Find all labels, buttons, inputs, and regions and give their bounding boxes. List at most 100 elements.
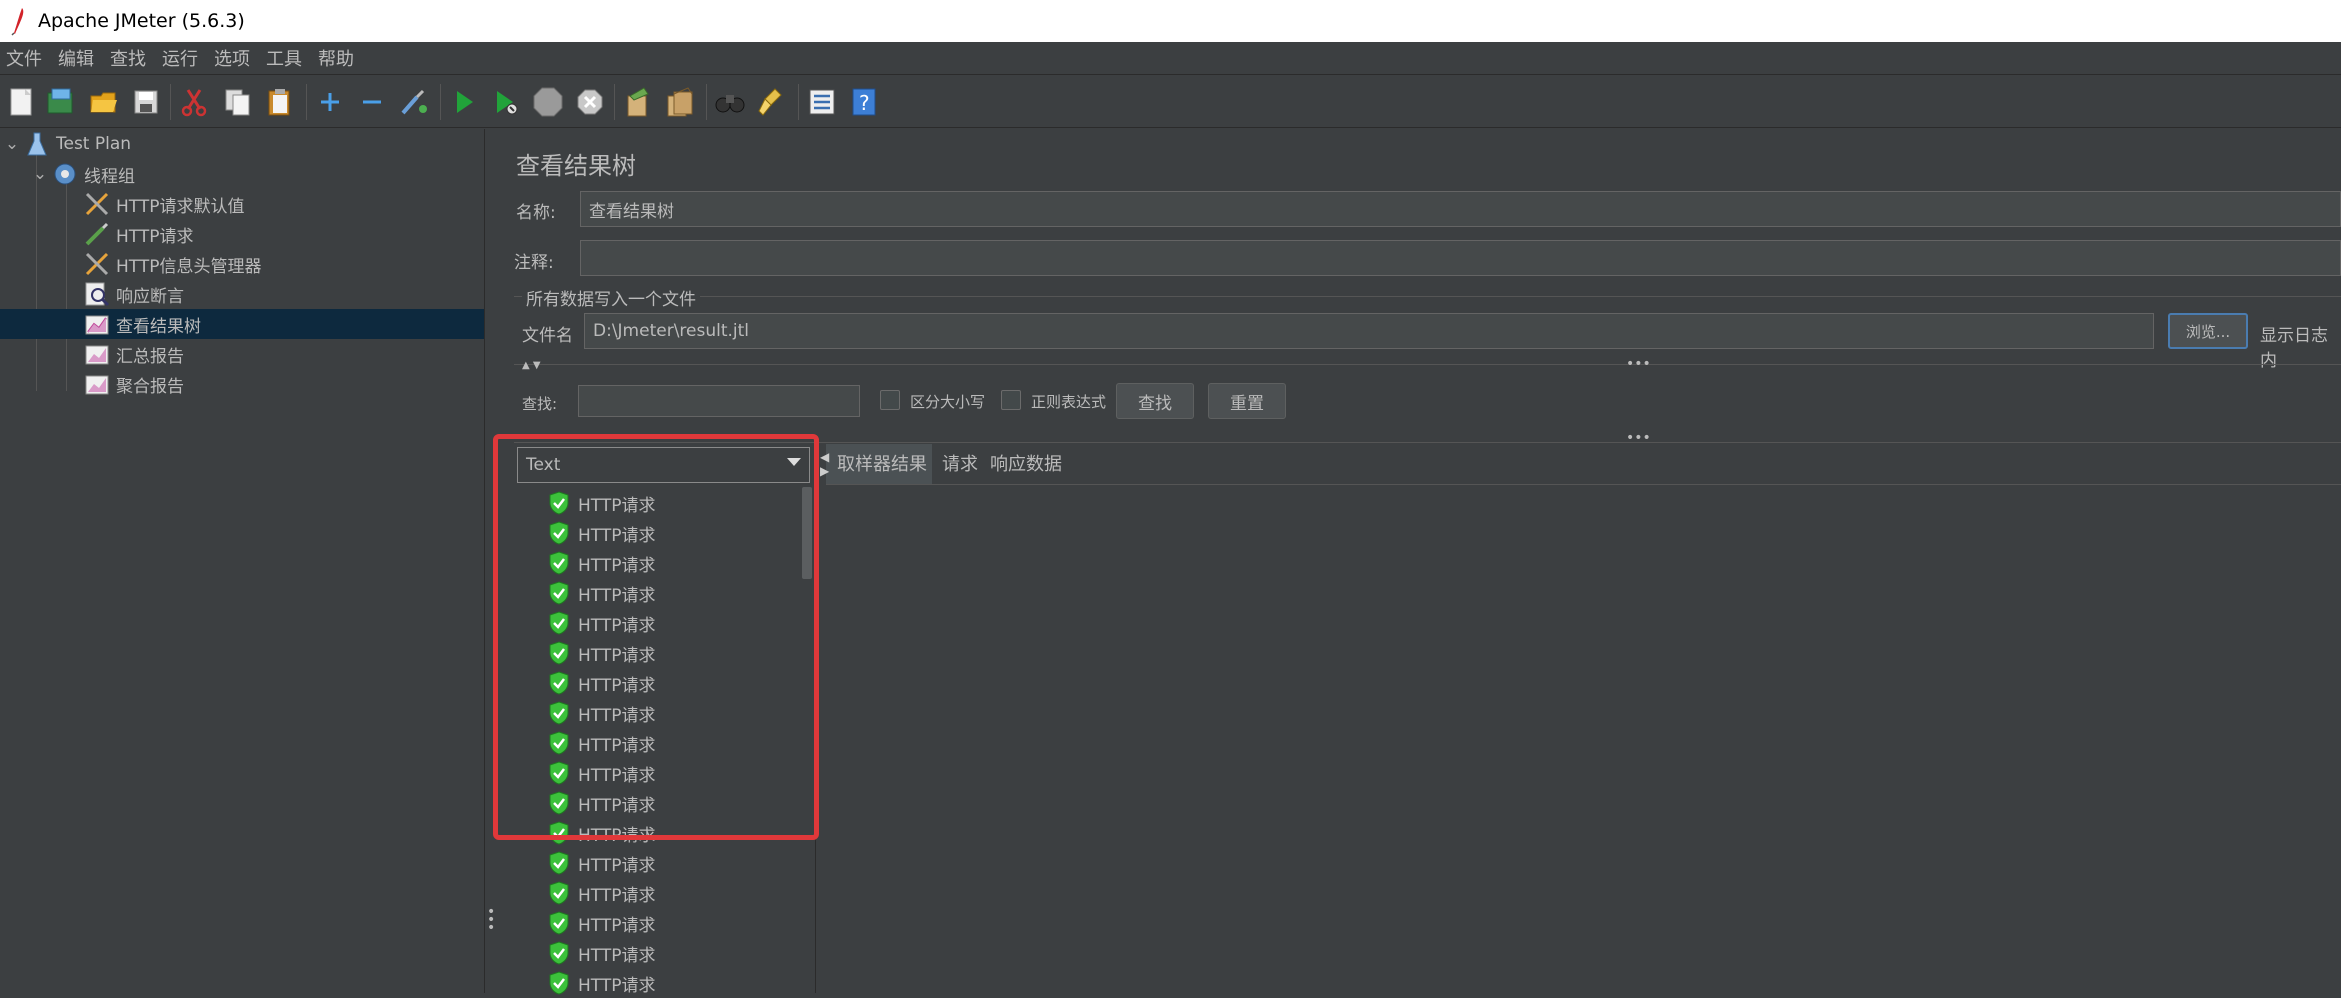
find-button[interactable]: 查找 — [1116, 383, 1194, 419]
regex-checkbox[interactable] — [1001, 390, 1021, 410]
list-item-label: HTTP请求 — [578, 855, 656, 876]
regex-label: 正则表达式 — [1031, 393, 1107, 411]
tree-item-label: Test Plan — [56, 134, 132, 154]
chevron-down-icon[interactable]: ⌄ — [0, 134, 24, 154]
name-field[interactable]: 查看结果树 — [580, 191, 2341, 227]
list-item-label: HTTP请求 — [578, 945, 656, 966]
open-icon[interactable] — [86, 84, 122, 120]
list-item[interactable]: HTTP请求 — [548, 878, 656, 908]
tools-icon — [84, 191, 110, 217]
success-shield-icon — [549, 851, 569, 875]
comment-label: 注释: — [514, 253, 554, 273]
tree-item-label: 汇总报告 — [116, 346, 184, 367]
shutdown-icon[interactable] — [572, 84, 608, 120]
list-item-label: HTTP请求 — [578, 885, 656, 906]
search-input[interactable] — [578, 385, 860, 417]
tree-item-label: 线程组 — [84, 166, 135, 187]
tab-scroll-arrows-icon[interactable]: ◀ ▶ — [820, 450, 829, 478]
tree-item-label: 查看结果树 — [116, 316, 201, 337]
tools-icon — [84, 251, 110, 277]
menu-file[interactable]: 文件 — [0, 45, 52, 71]
gear-icon — [52, 161, 78, 187]
tree-item-test-plan[interactable]: ⌄ Test Plan — [0, 129, 131, 159]
tree-item-view-results-tree[interactable]: 查看结果树 — [0, 309, 484, 339]
tree-item-response-assertion[interactable]: 响应断言 — [84, 279, 184, 309]
case-sensitive-label: 区分大小写 — [910, 393, 986, 411]
function-helper-icon[interactable] — [804, 84, 840, 120]
name-label: 名称: — [516, 203, 556, 223]
file-label: 文件名 — [522, 326, 573, 346]
highlight-box — [493, 434, 819, 840]
copy-icon[interactable] — [220, 84, 256, 120]
tree-item-label: HTTP请求 — [116, 226, 194, 247]
clear-all-icon[interactable] — [662, 84, 698, 120]
new-icon[interactable] — [4, 84, 40, 120]
flask-icon — [24, 131, 50, 157]
list-item[interactable]: HTTP请求 — [548, 848, 656, 878]
success-shield-icon — [549, 971, 569, 995]
expand-icon[interactable] — [312, 84, 348, 120]
list-item[interactable]: HTTP请求 — [548, 968, 656, 998]
menu-edit[interactable]: 编辑 — [52, 45, 104, 71]
magnifier-icon — [84, 281, 110, 307]
list-item-label: HTTP请求 — [578, 975, 656, 996]
success-shield-icon — [549, 911, 569, 935]
toolbar: ? — [0, 76, 2341, 128]
reset-search-icon[interactable] — [754, 84, 790, 120]
menu-tools[interactable]: 工具 — [260, 45, 312, 71]
tab-sampler-result[interactable]: 取样器结果 — [837, 450, 927, 476]
menu-bar: 文件 编辑 查找 运行 选项 工具 帮助 — [0, 42, 2341, 75]
stop-icon[interactable] — [530, 84, 566, 120]
success-shield-icon — [549, 881, 569, 905]
file-group-title: 所有数据写入一个文件 — [522, 285, 700, 310]
splitter-handle[interactable]: • • • — [487, 905, 495, 935]
tree-item-label: HTTP请求默认值 — [116, 196, 245, 217]
chevron-down-icon[interactable]: ⌄ — [28, 164, 52, 184]
help-icon[interactable]: ? — [846, 84, 882, 120]
graph-icon — [84, 341, 110, 367]
search-icon[interactable] — [712, 84, 748, 120]
templates-icon[interactable] — [43, 84, 79, 120]
tree-item-http-defaults[interactable]: HTTP请求默认值 — [84, 189, 245, 219]
tab-response-data[interactable]: 响应数据 — [990, 450, 1062, 476]
jmeter-feather-icon — [11, 8, 24, 36]
tab-request[interactable]: 请求 — [942, 450, 978, 476]
graph-icon — [84, 371, 110, 397]
file-name-field[interactable]: D:\Jmeter\result.jtl — [584, 313, 2154, 349]
reset-button[interactable]: 重置 — [1208, 383, 1286, 419]
success-shield-icon — [549, 941, 569, 965]
menu-run[interactable]: 运行 — [156, 45, 208, 71]
collapse-arrows-icon[interactable]: ▲ ▼ — [522, 360, 541, 371]
tree-item-header-manager[interactable]: HTTP信息头管理器 — [84, 249, 262, 279]
toggle-icon[interactable] — [396, 84, 432, 120]
save-icon[interactable] — [128, 84, 164, 120]
splitter-dots-icon[interactable]: ••• — [1626, 430, 1651, 446]
tree-item-label: HTTP信息头管理器 — [116, 256, 262, 277]
menu-help[interactable]: 帮助 — [312, 45, 364, 71]
comment-field[interactable] — [580, 240, 2341, 276]
list-item[interactable]: HTTP请求 — [548, 938, 656, 968]
menu-options[interactable]: 选项 — [208, 45, 260, 71]
collapse-icon[interactable] — [354, 84, 390, 120]
pipette-icon — [84, 221, 110, 247]
window-title: Apache JMeter (5.6.3) — [38, 10, 245, 32]
start-no-pauses-icon[interactable] — [488, 84, 524, 120]
tree-item-thread-group[interactable]: ⌄ 线程组 — [28, 159, 135, 189]
svg-text:?: ? — [859, 91, 870, 115]
paste-icon[interactable] — [262, 84, 298, 120]
browse-button[interactable]: 浏览... — [2168, 313, 2248, 349]
panel-title: 查看结果树 — [516, 152, 636, 180]
case-sensitive-checkbox[interactable] — [880, 390, 900, 410]
cut-icon[interactable] — [176, 84, 212, 120]
list-item[interactable]: HTTP请求 — [548, 908, 656, 938]
clear-icon[interactable] — [620, 84, 656, 120]
tree-item-http-request[interactable]: HTTP请求 — [84, 219, 194, 249]
menu-search[interactable]: 查找 — [104, 45, 156, 71]
test-plan-tree: ⌄ Test Plan ⌄ 线程组 HTTP请求默认值 HTTP请求 HTTP信… — [0, 129, 485, 993]
tree-item-summary-report[interactable]: 汇总报告 — [84, 339, 184, 369]
splitter-dots-icon[interactable]: ••• — [1626, 356, 1651, 372]
divider — [514, 364, 2341, 365]
start-icon[interactable] — [446, 84, 482, 120]
search-label: 查找: — [522, 395, 558, 413]
tree-item-aggregate-report[interactable]: 聚合报告 — [84, 369, 184, 399]
